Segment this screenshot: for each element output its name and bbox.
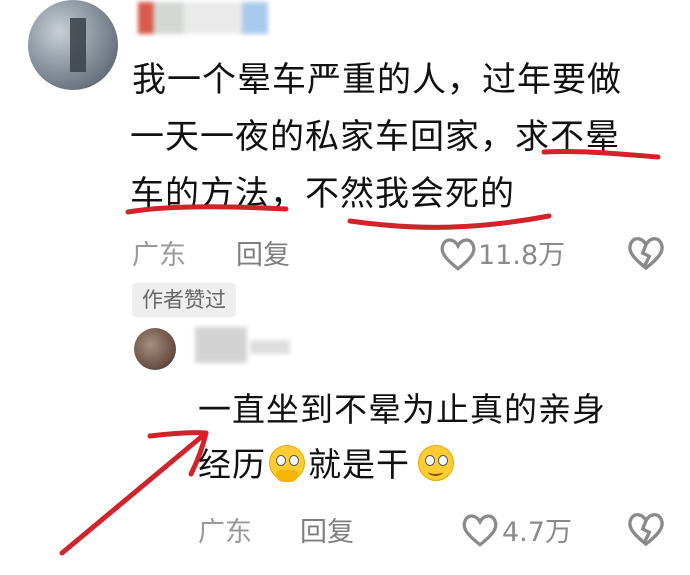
comment-location: 广东 [198,517,252,548]
underline-mark [125,204,289,215]
author-liked-badge: 作者赞过 [132,283,236,317]
like-count: 11.8万 [478,240,566,271]
dislike-icon[interactable] [626,510,666,548]
like-icon[interactable] [460,512,500,548]
reply-text-segment: 就是干 [308,445,410,484]
underline-mark [347,213,552,230]
dislike-icon[interactable] [626,234,666,272]
like-count: 4.7万 [502,517,572,548]
smiling-face-icon [418,445,454,481]
like-icon[interactable] [438,236,478,272]
reply-text-line: 一直坐到不晕为止真的亲身 [198,390,606,429]
reply-button[interactable]: 回复 [236,233,290,272]
underline-mark [541,148,661,160]
arrow-mark [59,430,209,556]
comment-location: 广东 [132,240,186,271]
username-blurred[interactable] [195,327,247,363]
username-blurred [250,340,290,354]
avatar[interactable] [134,328,176,370]
pleading-face-icon [269,445,305,482]
reply-text-segment: 经历 [198,445,266,484]
reply-text-line: 经历 就是干 [198,437,457,493]
reply-button[interactable]: 回复 [300,510,354,549]
